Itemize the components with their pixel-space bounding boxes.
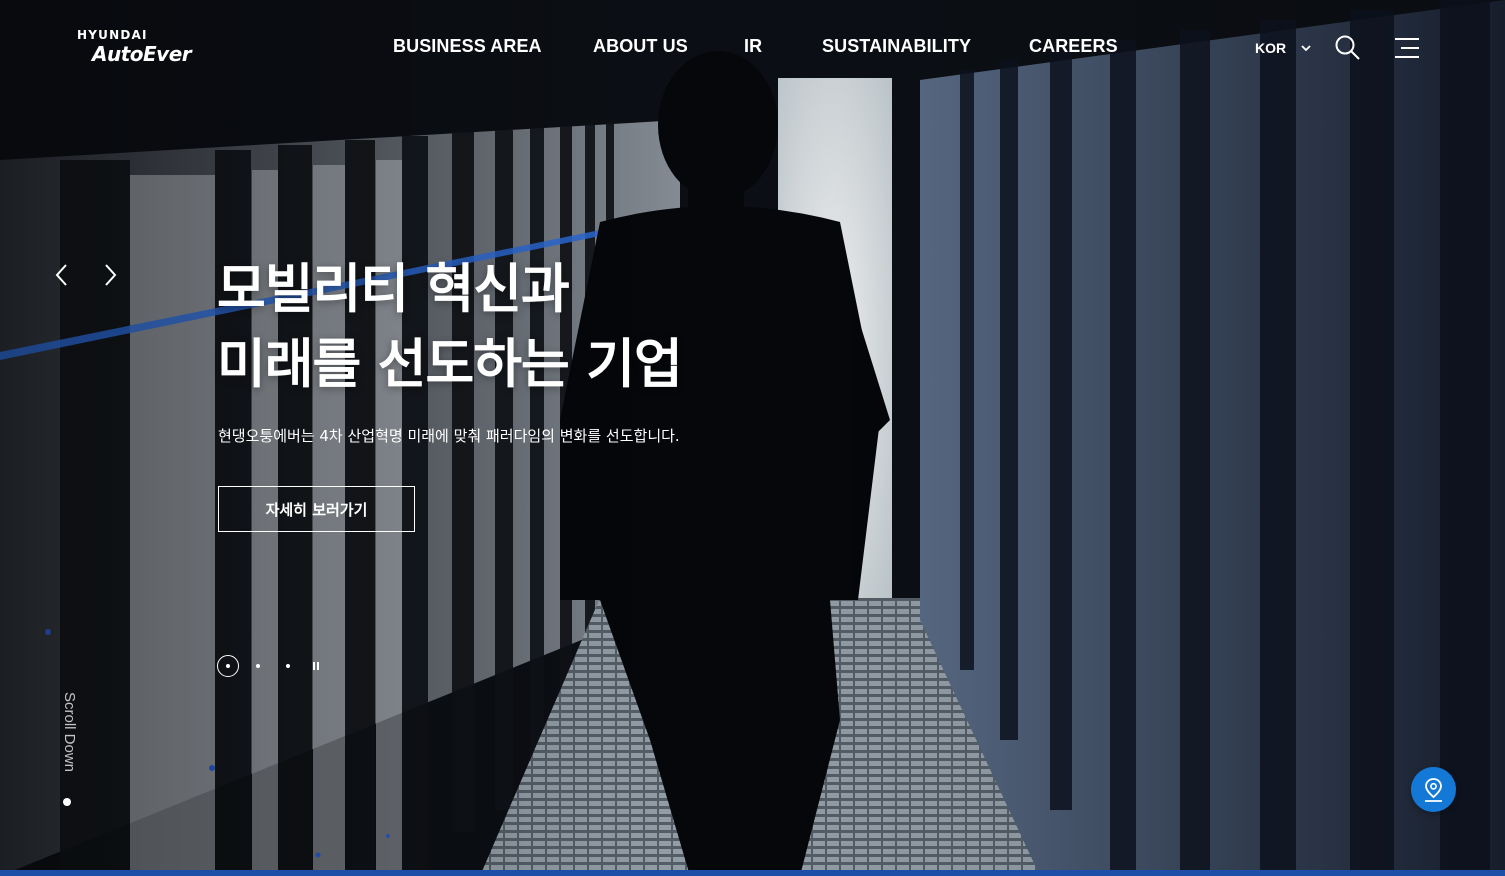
slide-dot-3[interactable] xyxy=(277,655,299,677)
slide-dot-1[interactable] xyxy=(217,655,239,677)
nav-item-business-area[interactable]: BUSINESS AREA xyxy=(393,36,542,57)
chevron-down-icon[interactable] xyxy=(1299,40,1313,56)
nav-item-sustainability[interactable]: SUSTAINABILITY xyxy=(822,36,971,57)
slide-dot-2[interactable] xyxy=(247,655,269,677)
hyundai-autoever-logo[interactable]: HYUNDAI AutoEver xyxy=(77,28,207,72)
scroll-indicator-dot xyxy=(63,798,71,806)
slide-pager xyxy=(217,655,337,677)
location-button[interactable] xyxy=(1411,767,1456,812)
chevron-right-icon[interactable] xyxy=(100,262,120,288)
hero-headline-line-1: 모빌리티 혁신과 xyxy=(217,259,570,320)
logo-line-hyundai: HYUNDAI xyxy=(77,28,148,42)
bottom-accent-bar xyxy=(0,870,1505,876)
site-header: HYUNDAI AutoEver BUSINESS AREA ABOUT US … xyxy=(0,0,1505,96)
nav-item-careers[interactable]: CAREERS xyxy=(1029,36,1118,57)
view-details-button[interactable]: 자세히 보러가기 xyxy=(218,486,415,532)
search-icon[interactable] xyxy=(1334,34,1362,62)
language-selector[interactable]: KOR xyxy=(1255,40,1286,56)
nav-item-ir[interactable]: IR xyxy=(744,36,762,57)
logo-line-autoever: AutoEver xyxy=(92,42,192,66)
hero-subcopy: 현댕오퉁에버는 4차 산업혁명 미래에 맞춰 패러다임의 변화를 선도합니다. xyxy=(218,427,680,445)
location-pin-icon xyxy=(1425,778,1442,802)
nav-item-about-us[interactable]: ABOUT US xyxy=(593,36,688,57)
scroll-down-label[interactable]: Scroll Down xyxy=(60,692,78,784)
menu-icon[interactable] xyxy=(1393,36,1421,60)
hero-headline-line-2: 미래를 선도하는 기업 xyxy=(217,334,683,395)
hero-headline: 모빌리티 혁신과 미래를 선도하는 기업 xyxy=(217,252,683,402)
chevron-left-icon[interactable] xyxy=(52,262,72,288)
pause-icon[interactable] xyxy=(310,660,322,672)
